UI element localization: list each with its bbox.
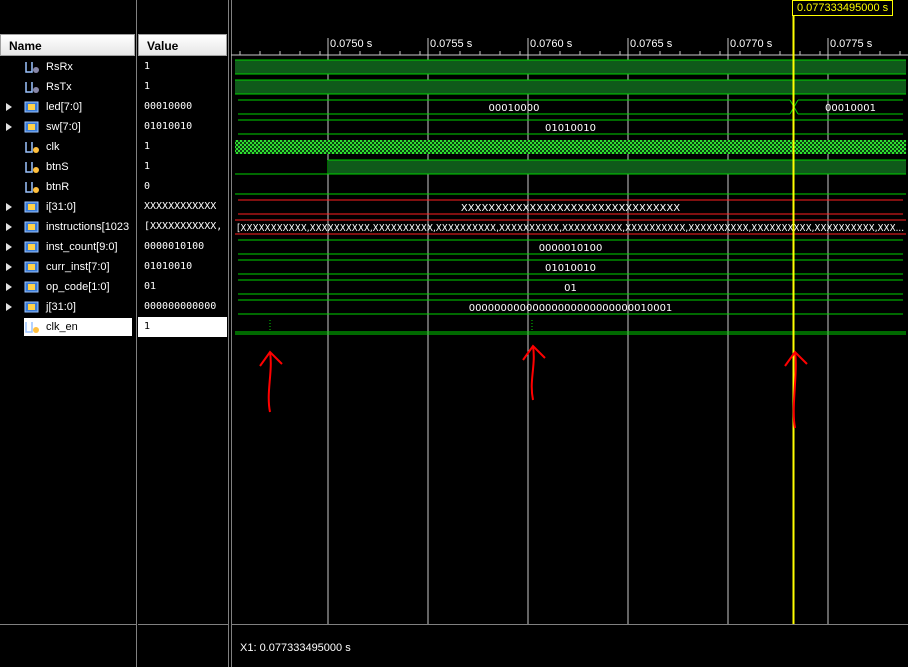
annotation-arrow	[530, 345, 535, 401]
bit-high-fill	[328, 160, 906, 174]
time-tick-label: 0.0765 s	[630, 38, 673, 50]
time-tick-label: 0.0750 s	[330, 38, 373, 50]
bus-value-label: 01010010	[545, 263, 596, 274]
bus-value-label: 00010000	[489, 103, 540, 114]
bus-value-label: 0000010100	[539, 243, 603, 254]
bus-value-label: 01	[564, 283, 577, 294]
annotation-arrow	[267, 351, 272, 413]
bus-value-label: 00000000000000000000000000010001	[469, 303, 673, 314]
bit-high-fill	[235, 60, 906, 74]
bus-value-label: [XXXXXXXXXXX,XXXXXXXXXX,XXXXXXXXXX,XXXXX…	[237, 223, 904, 234]
clk-toggle-pattern	[235, 140, 906, 154]
cursor-time-label[interactable]: 0.077333495000 s	[792, 0, 894, 16]
bus-value-label: 01010010	[545, 123, 596, 134]
time-tick-label: 0.0770 s	[730, 38, 773, 50]
time-tick-label: 0.0760 s	[530, 38, 573, 50]
time-tick-label: 0.0755 s	[430, 38, 473, 50]
cursor-position-status: X1: 0.077333495000 s	[240, 642, 351, 654]
name-bottom-divider	[0, 624, 136, 625]
value-bottom-divider	[138, 624, 228, 625]
waveform-canvas[interactable]: 00010000 00010001 01010010 XXXXXXXXXXXXXXXX…	[0, 0, 908, 667]
bus-value-label: XXXXXXXXXXXXXXXXXXXXXXXXXXXXXXXX	[461, 203, 680, 214]
bit-high-fill	[235, 80, 906, 94]
time-tick-label: 0.0775 s	[830, 38, 873, 50]
bus-value-label: 00010001	[825, 103, 876, 114]
wave-bottom-divider	[231, 624, 908, 625]
